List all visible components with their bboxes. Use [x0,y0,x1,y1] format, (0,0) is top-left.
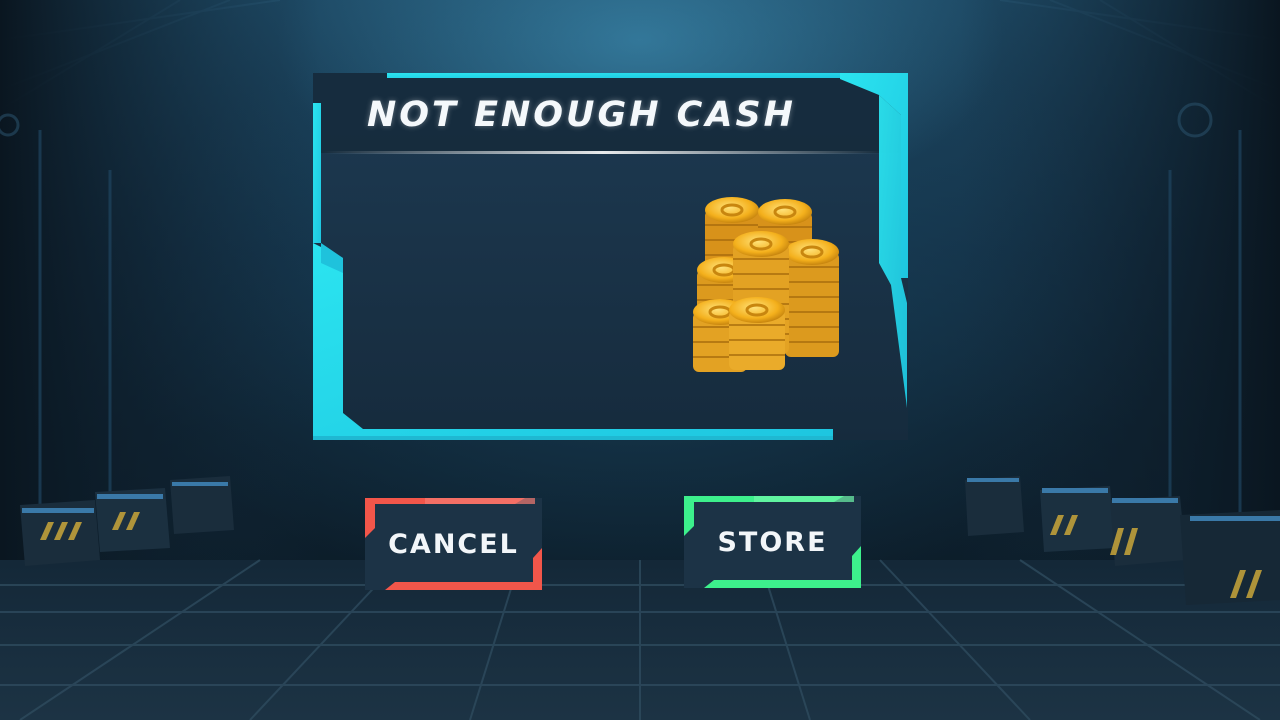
not-enough-cash-dialog: NOT ENOUGH CASH [313,73,908,440]
game-scene: NOT ENOUGH CASH CANCEL STORE [0,0,1280,720]
cancel-button[interactable]: CANCEL [365,498,542,590]
store-button[interactable]: STORE [684,496,861,588]
coin-stack-icon [693,197,839,372]
cancel-button-label: CANCEL [388,529,519,560]
dialog-title: NOT ENOUGH CASH [367,95,796,135]
store-button-label: STORE [717,527,828,558]
